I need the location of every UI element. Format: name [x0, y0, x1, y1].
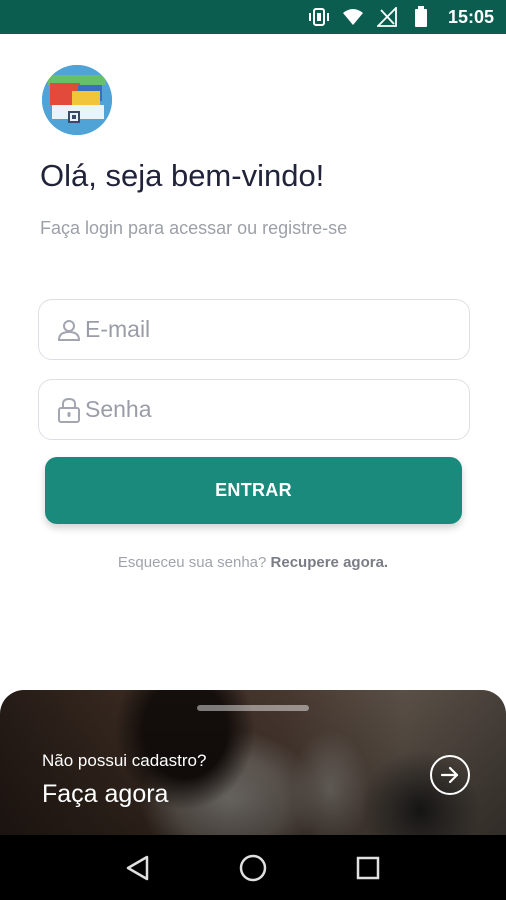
- recents-icon[interactable]: [348, 848, 388, 888]
- signup-question: Não possui cadastro?: [42, 751, 207, 770]
- forgot-password: Esqueceu sua senha? Recupere agora.: [0, 554, 506, 571]
- login-button[interactable]: ENTRAR: [45, 457, 462, 524]
- email-field[interactable]: [38, 299, 470, 360]
- battery-icon: [410, 6, 432, 28]
- signup-action[interactable]: Faça agora: [42, 780, 168, 809]
- wifi-icon: [342, 6, 364, 28]
- arrow-right-circle-icon[interactable]: [430, 755, 470, 795]
- status-time: 15:05: [447, 6, 494, 27]
- forgot-password-text: Esqueceu sua senha?: [117, 554, 267, 571]
- status-bar: 15:05: [0, 0, 506, 34]
- home-icon[interactable]: [233, 848, 273, 888]
- user-icon: [57, 317, 81, 343]
- system-nav-bar: [0, 835, 506, 900]
- drag-handle[interactable]: [197, 705, 309, 711]
- page-title: Olá, seja bem-vindo!: [40, 158, 325, 193]
- password-input[interactable]: [85, 396, 445, 423]
- password-field[interactable]: [38, 379, 470, 440]
- lock-icon: [57, 397, 81, 423]
- signup-card[interactable]: Não possui cadastro? Faça agora: [0, 690, 506, 835]
- app-logo: [42, 65, 112, 135]
- email-input[interactable]: [85, 316, 445, 343]
- vibrate-icon: [308, 6, 330, 28]
- page-subtitle: Faça login para acessar ou registre-se: [40, 218, 348, 238]
- recover-password-link[interactable]: Recupere agora.: [271, 554, 389, 571]
- back-icon[interactable]: [118, 848, 158, 888]
- no-signal-icon: [376, 6, 398, 28]
